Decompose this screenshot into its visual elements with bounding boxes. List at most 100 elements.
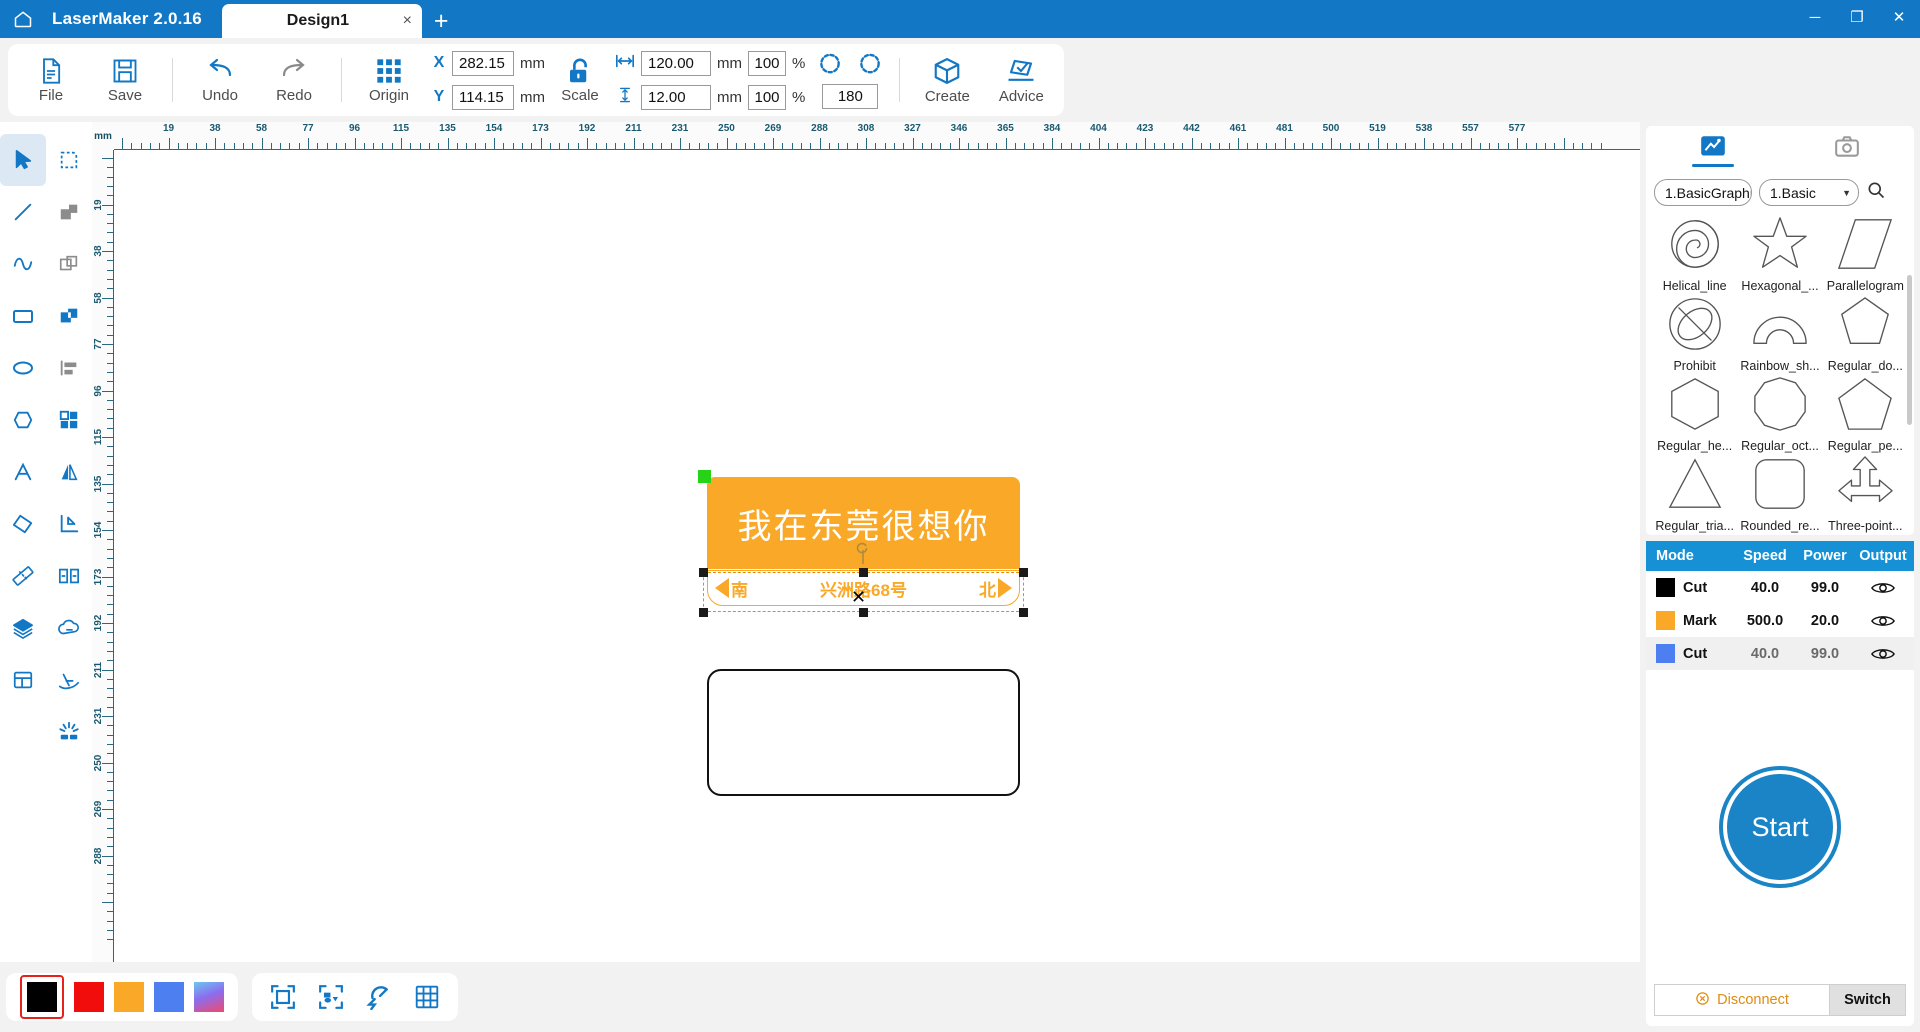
layer-speed-cell[interactable]: 40.0 (1734, 580, 1796, 596)
width-input[interactable]: 120.00 (641, 50, 711, 76)
color-black[interactable] (27, 982, 57, 1012)
align-tool[interactable] (46, 342, 92, 394)
shape-item-rainbow-arch[interactable]: Rainbow_sh... (1737, 295, 1822, 375)
window-close-icon[interactable]: ✕ (1878, 0, 1920, 34)
text-tool[interactable] (0, 446, 46, 498)
shape-item-prohibit[interactable]: Prohibit (1652, 295, 1737, 375)
line-tool[interactable] (0, 186, 46, 238)
array-tool[interactable] (46, 394, 92, 446)
frame-tool[interactable] (0, 654, 46, 706)
color-orange[interactable] (114, 982, 144, 1012)
rotate-handle[interactable] (856, 540, 870, 569)
path-text-tool[interactable] (46, 654, 92, 706)
explode-tool[interactable] (46, 706, 92, 758)
home-icon[interactable] (0, 0, 46, 38)
layer-color-swatch[interactable] (1656, 644, 1675, 663)
ruler-tool[interactable] (0, 550, 46, 602)
maximize-icon[interactable]: ❐ (1836, 0, 1878, 34)
layer-speed-cell[interactable]: 40.0 (1734, 646, 1796, 662)
start-button[interactable]: Start (1723, 770, 1837, 884)
color-blue[interactable] (154, 982, 184, 1012)
resize-handle-tr[interactable] (1019, 568, 1028, 577)
layer-color-swatch[interactable] (1656, 611, 1675, 630)
shape-item-hexagon[interactable]: Regular_he... (1652, 375, 1737, 455)
table-row[interactable]: Cut 40.0 99.0 (1646, 637, 1914, 670)
undo-button[interactable]: Undo (183, 44, 257, 116)
rotate-cw-icon[interactable] (857, 50, 883, 81)
layer-color-swatch[interactable] (1656, 578, 1675, 597)
fit-frame-icon[interactable] (270, 984, 296, 1010)
origin-button[interactable]: Origin (352, 44, 426, 116)
layers-tool[interactable] (0, 602, 46, 654)
new-tab-button[interactable]: + (422, 9, 463, 38)
rotate-ccw-icon[interactable] (817, 50, 843, 81)
height-percent-input[interactable]: 100 (748, 84, 786, 110)
category-select[interactable]: 1.BasicGraphics ▼ (1654, 179, 1752, 206)
resize-handle-bc[interactable] (859, 608, 868, 617)
shape-item-decagon[interactable]: Regular_oct... (1737, 375, 1822, 455)
union-tool[interactable] (46, 186, 92, 238)
layer-power-cell[interactable]: 99.0 (1796, 580, 1854, 596)
save-button[interactable]: Save (88, 44, 162, 116)
camera-tab[interactable] (1802, 130, 1892, 172)
cloud-tool[interactable] (46, 602, 92, 654)
height-input[interactable]: 12.00 (641, 84, 711, 110)
shape-item-triangle[interactable]: Regular_tria... (1652, 455, 1737, 535)
subcategory-select[interactable]: 1.Basic ▼ (1759, 179, 1859, 206)
eye-icon[interactable] (1854, 580, 1912, 596)
color-red[interactable] (74, 982, 104, 1012)
layer-speed-cell[interactable]: 500.0 (1734, 613, 1796, 629)
rotate-angle-input[interactable]: 180 (822, 83, 879, 109)
shape-item-rounded-rect[interactable]: Rounded_re... (1737, 455, 1822, 535)
measure-angle-tool[interactable] (46, 498, 92, 550)
shape-item-pentagon[interactable]: Regular_pe... (1823, 375, 1908, 455)
subtract-tool[interactable] (46, 238, 92, 290)
rectangle-tool[interactable] (0, 290, 46, 342)
vertical-ruler[interactable]: 19 38 58 77 96 115 135 154 173 192 211 231 250 269 288 (92, 150, 114, 1032)
shape-item-six-point-star[interactable]: Hexagonal_... (1737, 215, 1822, 295)
horizontal-ruler[interactable]: 19 38 58 77 96 115 135 154 173 192 211 231 250 269 288… (114, 122, 1640, 150)
switch-button[interactable]: Switch (1830, 984, 1906, 1016)
layer-power-cell[interactable]: 99.0 (1796, 646, 1854, 662)
eye-icon[interactable] (1854, 646, 1912, 662)
create-button[interactable]: Create (910, 44, 984, 116)
width-percent-input[interactable]: 100 (748, 50, 786, 76)
mirror-tool[interactable] (46, 446, 92, 498)
eye-icon[interactable] (1854, 613, 1912, 629)
rounded-rectangle-shape[interactable] (707, 669, 1020, 796)
shape-item-three-point-arrow[interactable]: Three-point... (1823, 455, 1908, 535)
disconnect-button[interactable]: Disconnect (1654, 984, 1830, 1016)
node-edit-tool[interactable] (46, 134, 92, 186)
select-all-shapes-icon[interactable] (318, 984, 344, 1010)
eraser-tool[interactable] (0, 498, 46, 550)
search-icon[interactable] (1866, 180, 1886, 205)
resize-handle-bl[interactable] (699, 608, 708, 617)
table-row[interactable]: Mark 500.0 20.0 (1646, 604, 1914, 637)
shape-item-spiral[interactable]: Helical_line (1652, 215, 1737, 295)
polygon-tool[interactable] (0, 394, 46, 446)
shape-item-parallelogram[interactable]: Parallelogram (1823, 215, 1908, 295)
intersect-tool[interactable] (46, 290, 92, 342)
y-input[interactable]: 114.15 (452, 84, 514, 110)
select-tool[interactable] (0, 134, 46, 186)
design-canvas[interactable]: 我在东莞很想你 南 兴洲路68号 北 ✕ (114, 150, 1640, 1032)
library-tab[interactable] (1668, 130, 1758, 172)
close-icon[interactable]: × (403, 13, 412, 29)
resize-handle-tc[interactable] (859, 568, 868, 577)
advice-button[interactable]: Advice (984, 44, 1058, 116)
color-gradient[interactable] (194, 982, 224, 1012)
layer-power-cell[interactable]: 20.0 (1796, 613, 1854, 629)
resize-handle-tl[interactable] (699, 568, 708, 577)
shape-library-scrollbar[interactable] (1907, 275, 1912, 425)
magnet-snap-icon[interactable] (366, 984, 392, 1010)
scale-lock-button[interactable]: Scale (551, 44, 609, 116)
grid-icon[interactable] (414, 984, 440, 1010)
minimize-icon[interactable]: ─ (1794, 0, 1836, 34)
distribute-tool[interactable] (46, 550, 92, 602)
ellipse-tool[interactable] (0, 342, 46, 394)
shape-library-scroll[interactable]: Helical_line Hexagonal_... Parallelogram Pr… (1646, 215, 1914, 535)
table-row[interactable]: Cut 40.0 99.0 (1646, 571, 1914, 604)
file-button[interactable]: File (14, 44, 88, 116)
redo-button[interactable]: Redo (257, 44, 331, 116)
resize-handle-br[interactable] (1019, 608, 1028, 617)
